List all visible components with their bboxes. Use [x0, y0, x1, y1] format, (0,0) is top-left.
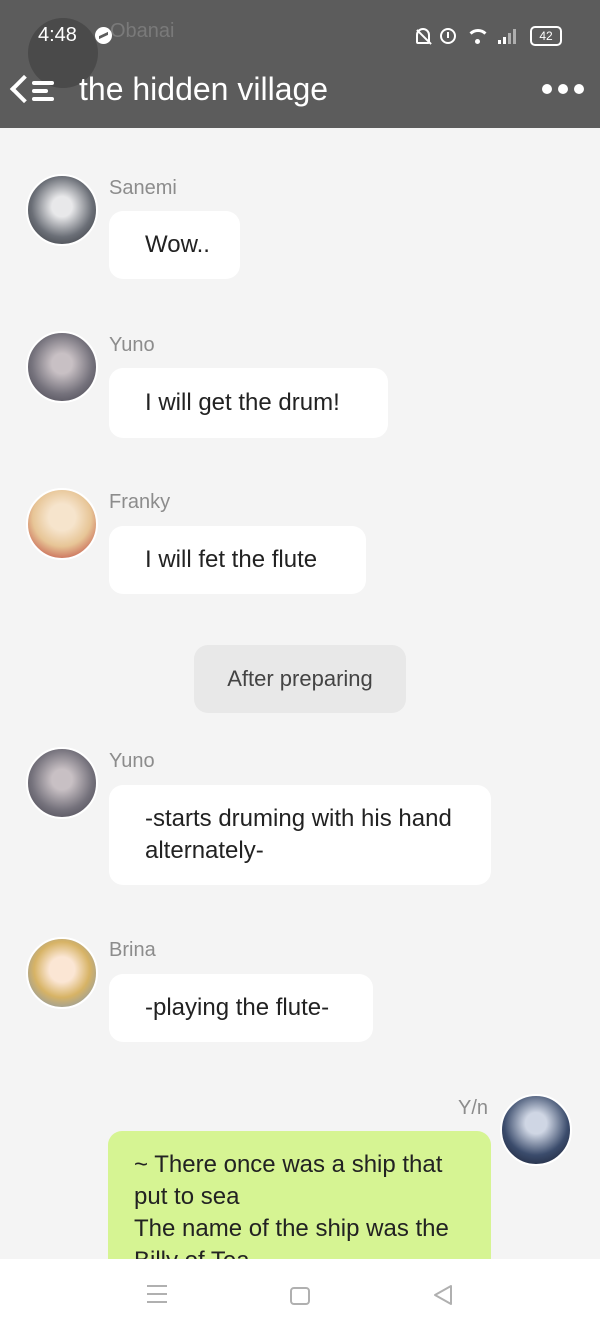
sender-name: Franky	[109, 491, 171, 513]
avatar[interactable]	[26, 488, 98, 560]
more-icon[interactable]	[542, 84, 584, 94]
status-icons: 42	[416, 25, 562, 47]
back-menu-icon[interactable]	[8, 70, 56, 110]
message-text: I will get the drum!	[145, 389, 340, 416]
sender-name: Brina	[109, 939, 156, 961]
chat-area[interactable]: Sanemi Wow.. Yuno I will get the drum! F…	[0, 128, 600, 1259]
avatar[interactable]	[26, 331, 98, 403]
message-bubble[interactable]: -playing the flute-	[109, 974, 373, 1042]
avatar[interactable]	[26, 747, 98, 819]
avatar[interactable]	[26, 174, 98, 246]
message-bubble[interactable]: I will fet the flute	[109, 526, 366, 594]
alarm-icon	[440, 28, 456, 44]
message-bubble[interactable]: -starts druming with his hand alternatel…	[109, 785, 491, 885]
message-bubble[interactable]: I will get the drum!	[109, 368, 388, 438]
sender-name: Y/n	[458, 1097, 489, 1119]
avatar[interactable]	[26, 937, 98, 1009]
message-text: -playing the flute-	[145, 994, 330, 1021]
message-text: Wow..	[145, 231, 210, 258]
system-bubble: After preparing	[194, 645, 406, 713]
avatar[interactable]	[500, 1094, 572, 1166]
nav-back-icon[interactable]	[432, 1283, 454, 1307]
message-text: ~ There once was a ship that put to sea …	[134, 1151, 449, 1259]
bell-off-icon	[416, 28, 430, 44]
status-time: 4:48	[38, 24, 77, 46]
sender-name: Sanemi	[109, 177, 177, 199]
sender-name: Yuno	[109, 334, 155, 356]
system-text: After preparing	[227, 666, 373, 691]
signal-icon	[498, 28, 520, 44]
message-bubble[interactable]: Wow..	[109, 211, 240, 279]
message-bubble-self[interactable]: ~ There once was a ship that put to sea …	[108, 1131, 491, 1259]
sender-name: Yuno	[109, 750, 155, 772]
wifi-icon	[466, 29, 490, 44]
message-text: -starts druming with his hand alternatel…	[145, 805, 452, 864]
page-title: the hidden village	[79, 71, 329, 107]
nav-home-icon[interactable]	[290, 1287, 310, 1305]
message-text: I will fet the flute	[145, 546, 318, 573]
nav-menu-icon[interactable]	[147, 1285, 167, 1303]
battery-icon: 42	[530, 26, 562, 46]
app-header: Obanai 4:48 42 the hidden village	[0, 0, 600, 128]
ghost-name: Obanai	[110, 20, 175, 42]
messenger-icon	[95, 27, 112, 44]
